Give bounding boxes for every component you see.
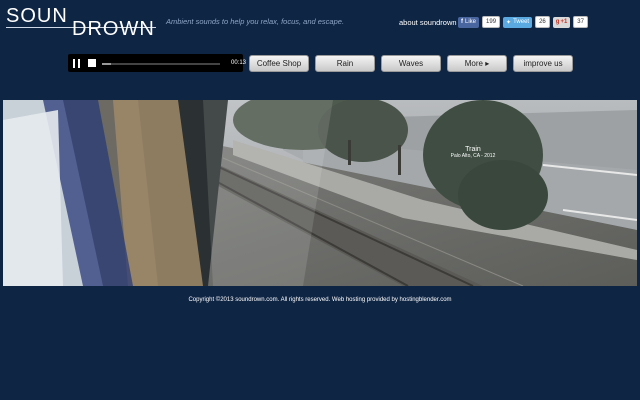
progress-fill [102, 63, 112, 65]
google-plus-icon: g [555, 19, 560, 25]
logo-text-bottom: DROWN [72, 18, 155, 40]
elapsed-time: 00:13 [231, 60, 247, 66]
google-plus-one-label: +1 [560, 19, 568, 25]
facebook-like-button[interactable]: f Like [458, 16, 480, 28]
logo-text-top: SOUN [6, 5, 68, 27]
hero-subtitle: Palo Alto, CA - 2012 [450, 153, 496, 159]
progress-bar[interactable] [102, 63, 220, 65]
facebook-like-label: Like [465, 19, 477, 25]
google-plus-one-count: 37 [573, 16, 588, 28]
hero-image-train: Train Palo Alto, CA - 2012 [3, 100, 637, 286]
twitter-bird-icon: ✦ [506, 19, 512, 26]
waves-button[interactable]: Waves [381, 55, 441, 72]
more-button[interactable]: More ▸ [447, 55, 507, 72]
stop-icon[interactable] [88, 59, 96, 67]
tweet-label: Tweet [513, 19, 530, 25]
facebook-like-count: 199 [482, 16, 501, 28]
rain-button[interactable]: Rain [315, 55, 375, 72]
footer-copyright: Copyright ©2013 soundrown.com. All right… [188, 297, 452, 303]
about-link[interactable]: about soundrown [399, 18, 457, 27]
train-window-scene [3, 100, 637, 286]
improve-us-button[interactable]: improve us [513, 55, 573, 72]
site-logo[interactable]: SOUN DROWN [6, 4, 158, 44]
tweet-button[interactable]: ✦ Tweet [503, 16, 533, 28]
hero-caption: Train Palo Alto, CA - 2012 [433, 146, 513, 159]
tweet-count: 26 [535, 16, 550, 28]
audio-player: 00:13 [68, 54, 306, 72]
coffee-shop-button[interactable]: Coffee Shop [249, 55, 309, 72]
facebook-icon: f [461, 19, 463, 25]
social-buttons: f Like 199 ✦ Tweet 26 g +1 37 [458, 16, 588, 28]
tagline: Ambient sounds to help you relax, focus,… [166, 17, 345, 26]
google-plus-one-button[interactable]: g +1 [552, 16, 571, 28]
hero-title: Train [465, 146, 481, 153]
pause-icon[interactable] [73, 59, 81, 68]
